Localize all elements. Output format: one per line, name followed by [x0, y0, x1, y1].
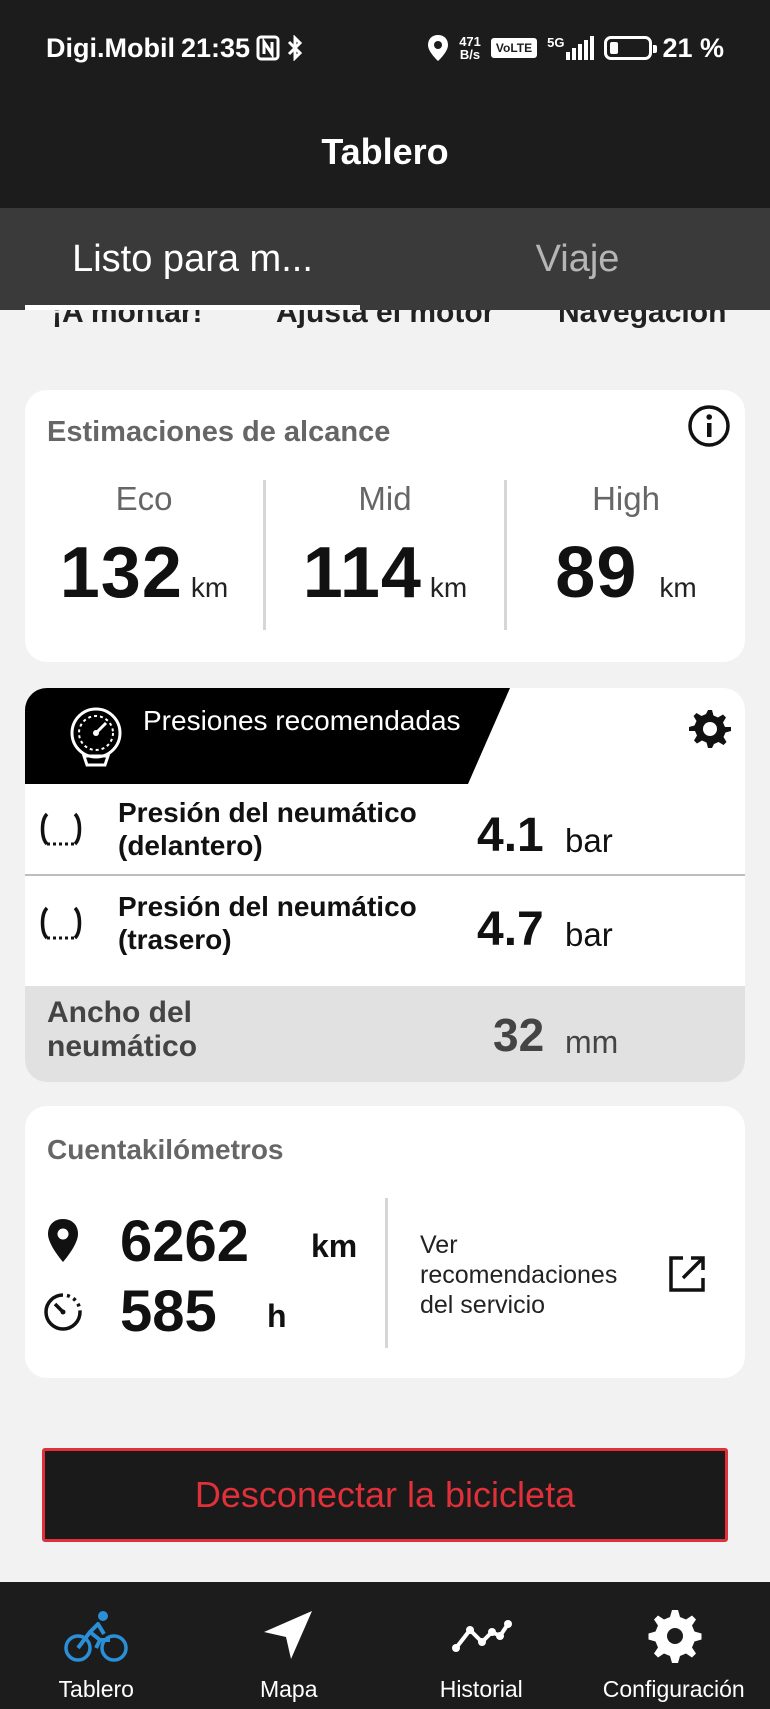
odometer-card: Cuentakilómetros 6262 km 585 h Ver recom… — [25, 1106, 745, 1378]
tire-icon — [40, 906, 82, 940]
range-value: 89 — [555, 533, 638, 613]
volte-badge: VoLTE — [490, 38, 538, 58]
front-pressure-unit: bar — [565, 822, 613, 859]
subnav-adjust-motor[interactable]: Ajusta el motor — [276, 310, 494, 330]
odometer-title: Cuentakilómetros — [47, 1134, 284, 1165]
tire-width-unit: mm — [565, 1024, 619, 1060]
subnav-ride[interactable]: ¡A montar! — [52, 310, 203, 330]
nav-label: Tablero — [58, 1676, 134, 1702]
battery-icon — [604, 36, 658, 60]
nav-history[interactable]: Historial — [385, 1582, 578, 1709]
front-tire-pressure-row: Presión del neumático (delantero) 4.1 ba… — [25, 784, 745, 876]
nav-dashboard[interactable]: Tablero — [0, 1582, 193, 1709]
nav-map[interactable]: Mapa — [193, 1582, 386, 1709]
sub-navigation: ¡A montar! Ajusta el motor Navegación — [0, 310, 770, 334]
range-high: High 89 km — [504, 480, 745, 630]
tire-icon — [40, 812, 82, 846]
range-mode-label: High — [592, 480, 660, 517]
tab-bar: Listo para m... Viaje — [0, 208, 770, 310]
range-eco: Eco 132 km — [25, 480, 263, 630]
tab-trip[interactable]: Viaje — [385, 208, 770, 310]
pressure-settings-gear-icon[interactable] — [685, 706, 731, 752]
bike-icon — [64, 1611, 128, 1662]
location-icon — [428, 35, 449, 61]
bottom-navigation: Tablero Mapa Historial Configuración — [0, 1582, 770, 1709]
signal-icon — [566, 36, 595, 60]
range-value: 114 — [302, 533, 422, 613]
pressure-title: Presiones recomendadas — [143, 705, 461, 736]
hours-value: 585 — [120, 1279, 217, 1344]
location-pin-icon — [48, 1219, 78, 1262]
range-estimates-card: Estimaciones de alcance Eco 132 km Mid 1… — [25, 390, 745, 662]
timer-icon — [44, 1293, 82, 1331]
rear-pressure-unit: bar — [565, 916, 613, 953]
clock: 21:35 — [180, 32, 251, 63]
network-speed: 471 B/s — [459, 34, 481, 62]
network-type: 5G — [547, 36, 595, 60]
chart-line-icon — [452, 1620, 513, 1652]
battery-percent: 21 % — [662, 32, 724, 63]
external-link-icon[interactable] — [665, 1252, 709, 1296]
info-icon[interactable] — [687, 404, 731, 448]
front-pressure-label: Presión del neumático (delantero) — [118, 797, 417, 861]
recommended-pressures-card: Presiones recomendadas Presión del neumá… — [25, 688, 745, 1082]
disconnect-bike-button[interactable]: Desconectar la bicicleta — [42, 1448, 728, 1542]
range-unit: km — [190, 572, 229, 603]
front-pressure-value: 4.1 — [477, 809, 544, 862]
nav-label: Configuración — [602, 1676, 745, 1702]
pressure-header: Presiones recomendadas — [25, 688, 745, 784]
bluetooth-icon — [287, 35, 303, 61]
range-mode-label: Mid — [358, 480, 412, 517]
navigation-arrow-icon — [263, 1611, 312, 1659]
service-recommendations-link[interactable]: Ver recomendaciones del servicio — [420, 1230, 650, 1320]
distance-value: 6262 — [120, 1209, 250, 1274]
rear-pressure-value: 4.7 — [477, 903, 544, 956]
rear-pressure-label: Presión del neumático (trasero) — [118, 891, 417, 955]
subnav-navigation[interactable]: Navegación — [558, 310, 726, 330]
tire-width-row: Ancho del neumático 32 mm — [25, 986, 745, 1082]
odometer-divider — [385, 1198, 388, 1348]
range-title: Estimaciones de alcance — [47, 416, 391, 448]
nfc-icon — [256, 35, 280, 61]
pressure-gauge-icon — [70, 707, 122, 767]
rear-tire-pressure-row: Presión del neumático (trasero) 4.7 bar — [25, 878, 745, 970]
page-title: Tablero — [0, 96, 770, 208]
status-bar: Digi.Mobil 21:35 471 B/s VoLTE 5G 21 % — [0, 0, 770, 96]
nav-label: Historial — [439, 1676, 523, 1702]
range-mode-label: Eco — [115, 480, 173, 517]
range-mid: Mid 114 km — [263, 480, 504, 630]
nav-settings[interactable]: Configuración — [578, 1582, 770, 1709]
carrier-name: Digi.Mobil — [46, 32, 175, 63]
nav-label: Mapa — [259, 1676, 318, 1702]
range-unit: km — [429, 572, 468, 603]
range-value: 132 — [59, 533, 183, 613]
tire-width-label: Ancho del neumático — [47, 996, 198, 1063]
range-unit: km — [659, 572, 697, 603]
gear-icon — [648, 1610, 702, 1663]
hours-unit: h — [267, 1298, 287, 1334]
odometer-hours-row: 585 h — [25, 1276, 385, 1346]
odometer-distance-row: 6262 km — [25, 1206, 385, 1276]
distance-unit: km — [311, 1228, 358, 1264]
tire-width-value: 32 — [493, 1009, 545, 1061]
tab-ready-to-ride[interactable]: Listo para m... — [0, 208, 385, 310]
